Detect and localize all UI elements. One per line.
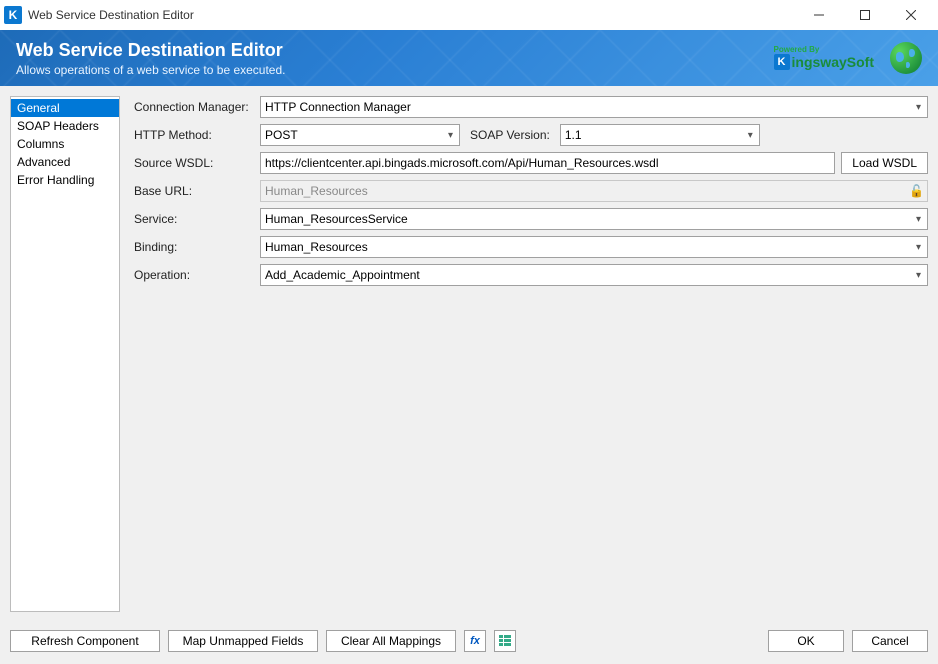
service-value: Human_ResourcesService <box>265 212 408 226</box>
footer: Refresh Component Map Unmapped Fields Cl… <box>0 622 938 664</box>
window-title: Web Service Destination Editor <box>28 8 796 22</box>
label-service: Service: <box>134 212 254 226</box>
cancel-button[interactable]: Cancel <box>852 630 928 652</box>
logo-brand-text: ingswaySoft <box>792 55 874 69</box>
sidebar: General SOAP Headers Columns Advanced Er… <box>10 96 120 612</box>
app-icon: K <box>4 6 22 24</box>
powered-by-text: Powered By <box>774 46 820 54</box>
clear-all-mappings-button[interactable]: Clear All Mappings <box>326 630 456 652</box>
service-dropdown[interactable]: Human_ResourcesService ▾ <box>260 208 928 230</box>
sidebar-item-error-handling[interactable]: Error Handling <box>11 171 119 189</box>
label-http-method: HTTP Method: <box>134 128 254 142</box>
row-source-wsdl: Source WSDL: https://clientcenter.api.bi… <box>134 152 928 174</box>
label-binding: Binding: <box>134 240 254 254</box>
logo-k-icon: K <box>774 54 790 70</box>
source-wsdl-value: https://clientcenter.api.bingads.microso… <box>265 156 659 170</box>
soap-version-dropdown[interactable]: 1.1 ▾ <box>560 124 760 146</box>
banner-subtitle: Allows operations of a web service to be… <box>16 63 774 77</box>
label-base-url: Base URL: <box>134 184 254 198</box>
chevron-down-icon: ▾ <box>746 130 755 141</box>
header-logo-area: Powered By K ingswaySoft <box>774 42 922 74</box>
lock-icon[interactable] <box>909 184 923 198</box>
operation-value: Add_Academic_Appointment <box>265 268 420 282</box>
window-controls <box>796 0 934 30</box>
kingswaysoft-logo: Powered By K ingswaySoft <box>774 46 874 70</box>
row-operation: Operation: Add_Academic_Appointment ▾ <box>134 264 928 286</box>
binding-dropdown[interactable]: Human_Resources ▾ <box>260 236 928 258</box>
row-binding: Binding: Human_Resources ▾ <box>134 236 928 258</box>
columns-view-button[interactable] <box>494 630 516 652</box>
minimize-button[interactable] <box>796 0 842 30</box>
label-connection-manager: Connection Manager: <box>134 100 254 114</box>
refresh-component-button[interactable]: Refresh Component <box>10 630 160 652</box>
connection-manager-dropdown[interactable]: HTTP Connection Manager ▾ <box>260 96 928 118</box>
banner-title: Web Service Destination Editor <box>16 40 774 61</box>
http-method-dropdown[interactable]: POST ▾ <box>260 124 460 146</box>
header-banner: Web Service Destination Editor Allows op… <box>0 30 938 86</box>
row-connection-manager: Connection Manager: HTTP Connection Mana… <box>134 96 928 118</box>
sidebar-item-advanced[interactable]: Advanced <box>11 153 119 171</box>
chevron-down-icon: ▾ <box>914 242 923 253</box>
globe-icon <box>890 42 922 74</box>
base-url-field: Human_Resources <box>260 180 928 202</box>
form-area: Connection Manager: HTTP Connection Mana… <box>134 96 928 612</box>
maximize-button[interactable] <box>842 0 888 30</box>
source-wsdl-input[interactable]: https://clientcenter.api.bingads.microso… <box>260 152 835 174</box>
load-wsdl-button[interactable]: Load WSDL <box>841 152 928 174</box>
label-source-wsdl: Source WSDL: <box>134 156 254 170</box>
binding-value: Human_Resources <box>265 240 368 254</box>
chevron-down-icon: ▾ <box>446 130 455 141</box>
sidebar-item-soap-headers[interactable]: SOAP Headers <box>11 117 119 135</box>
map-unmapped-fields-button[interactable]: Map Unmapped Fields <box>168 630 318 652</box>
connection-manager-value: HTTP Connection Manager <box>265 100 411 114</box>
header-text: Web Service Destination Editor Allows op… <box>16 40 774 77</box>
base-url-value: Human_Resources <box>265 184 368 198</box>
http-method-value: POST <box>265 128 298 142</box>
soap-version-value: 1.1 <box>565 128 582 142</box>
label-soap-version: SOAP Version: <box>466 128 554 142</box>
close-button[interactable] <box>888 0 934 30</box>
chevron-down-icon: ▾ <box>914 270 923 281</box>
label-operation: Operation: <box>134 268 254 282</box>
row-base-url: Base URL: Human_Resources <box>134 180 928 202</box>
content-area: General SOAP Headers Columns Advanced Er… <box>0 86 938 622</box>
row-http-method: HTTP Method: POST ▾ SOAP Version: 1.1 ▾ <box>134 124 928 146</box>
chevron-down-icon: ▾ <box>914 102 923 113</box>
expression-button[interactable]: fx <box>464 630 486 652</box>
sidebar-item-columns[interactable]: Columns <box>11 135 119 153</box>
titlebar: K Web Service Destination Editor <box>0 0 938 30</box>
chevron-down-icon: ▾ <box>914 214 923 225</box>
ok-button[interactable]: OK <box>768 630 844 652</box>
operation-dropdown[interactable]: Add_Academic_Appointment ▾ <box>260 264 928 286</box>
row-service: Service: Human_ResourcesService ▾ <box>134 208 928 230</box>
sidebar-item-general[interactable]: General <box>11 99 119 117</box>
